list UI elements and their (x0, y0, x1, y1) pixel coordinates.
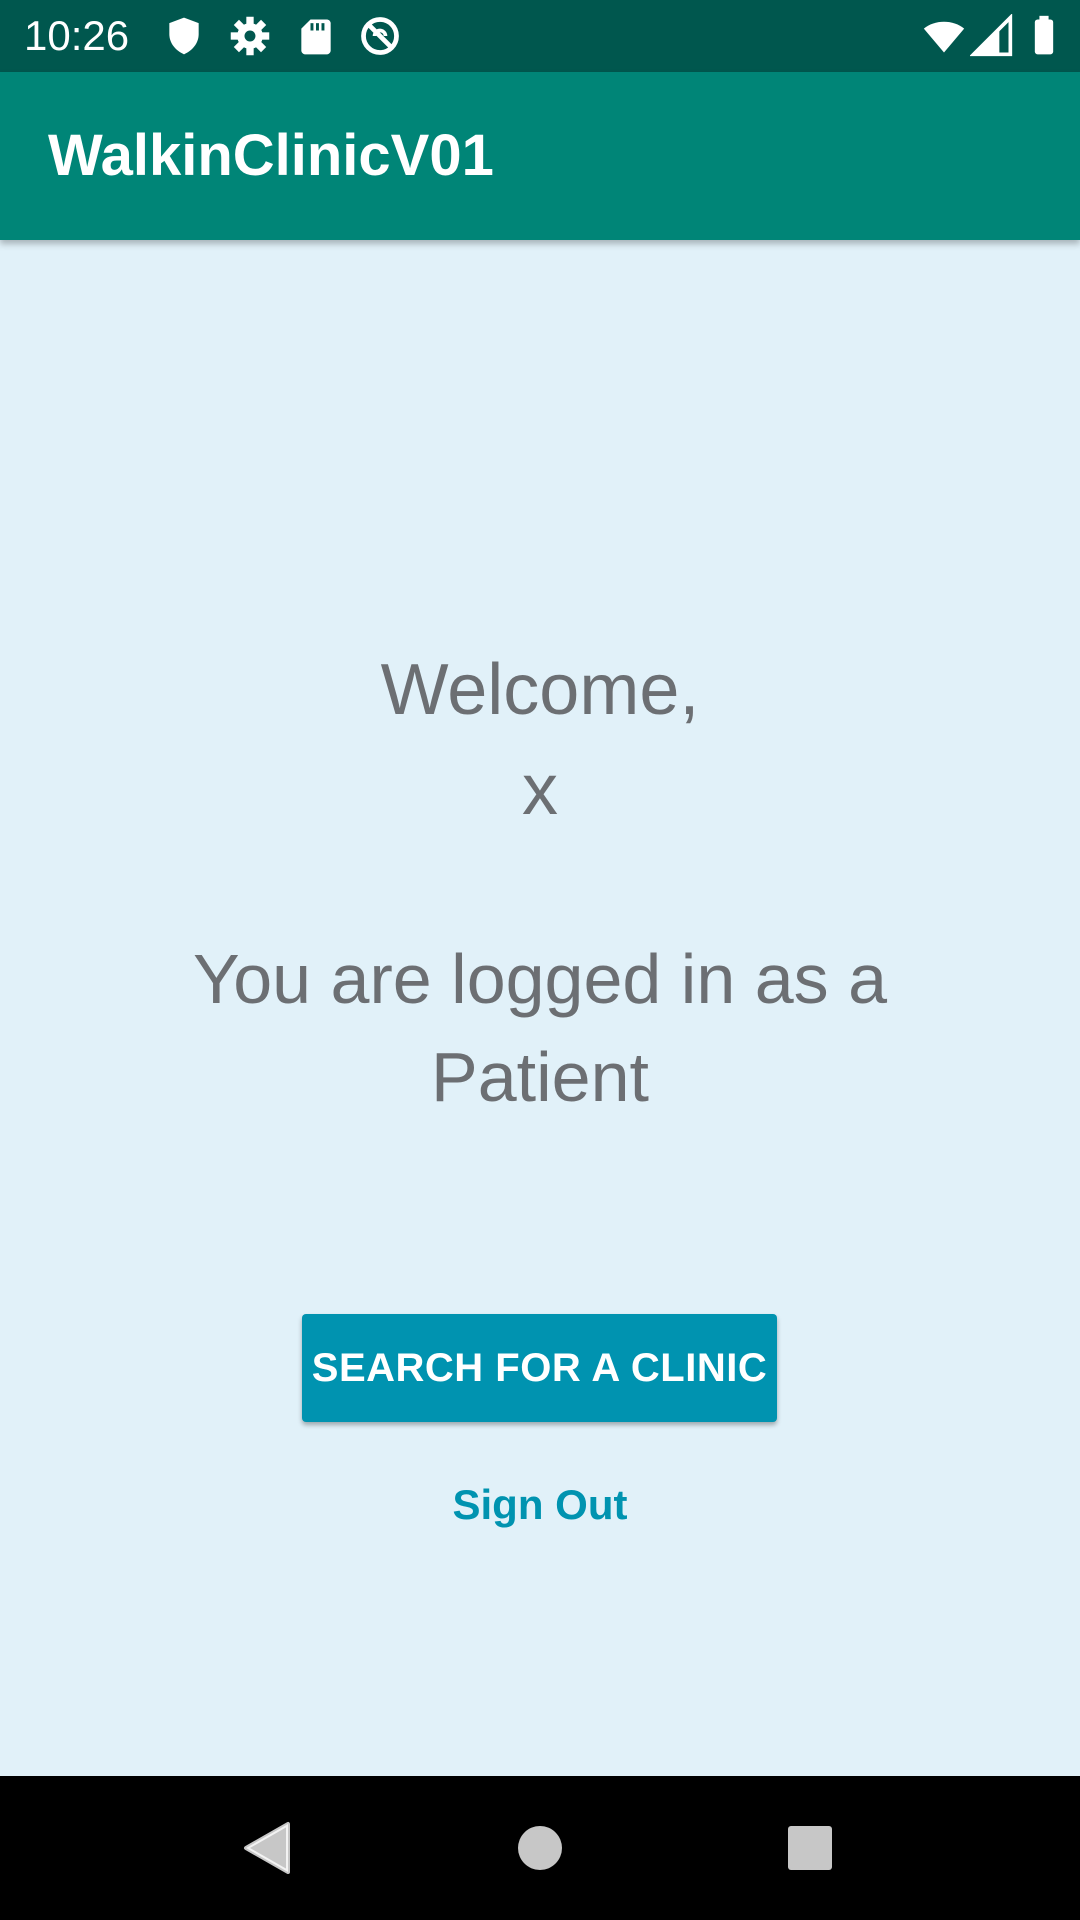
signal-icon (970, 14, 1013, 57)
shield-icon (169, 17, 199, 55)
username: x (522, 750, 558, 830)
welcome-message: Welcome, x (0, 640, 1080, 840)
recents-icon[interactable] (738, 1776, 882, 1920)
status-bar: 10:26 (0, 0, 1080, 72)
sign-out-button[interactable]: Sign Out (0, 1480, 1080, 1530)
sd-card-icon (301, 19, 331, 55)
battery-icon (1034, 15, 1054, 55)
app-bar: WalkinClinicV01 (0, 72, 1080, 240)
back-icon[interactable] (196, 1776, 340, 1920)
wifi-icon (923, 21, 965, 53)
gear-icon (230, 16, 270, 56)
navigation-bar (0, 1776, 1080, 1920)
role-message: You are logged in as a Patient (0, 930, 1080, 1126)
role-line-2: Patient (431, 1038, 649, 1116)
search-clinic-button[interactable]: SEARCH FOR A CLINIC (302, 1314, 777, 1422)
app-title: WalkinClinicV01 (48, 123, 494, 188)
role-line-1: You are logged in as a (192, 940, 888, 1018)
home-icon[interactable] (468, 1776, 612, 1920)
do-not-disturb-icon (361, 17, 399, 55)
welcome-line: Welcome, (380, 650, 700, 730)
main-content: Welcome, x You are logged in as a Patien… (0, 240, 1080, 1776)
status-time: 10:26 (24, 12, 130, 59)
